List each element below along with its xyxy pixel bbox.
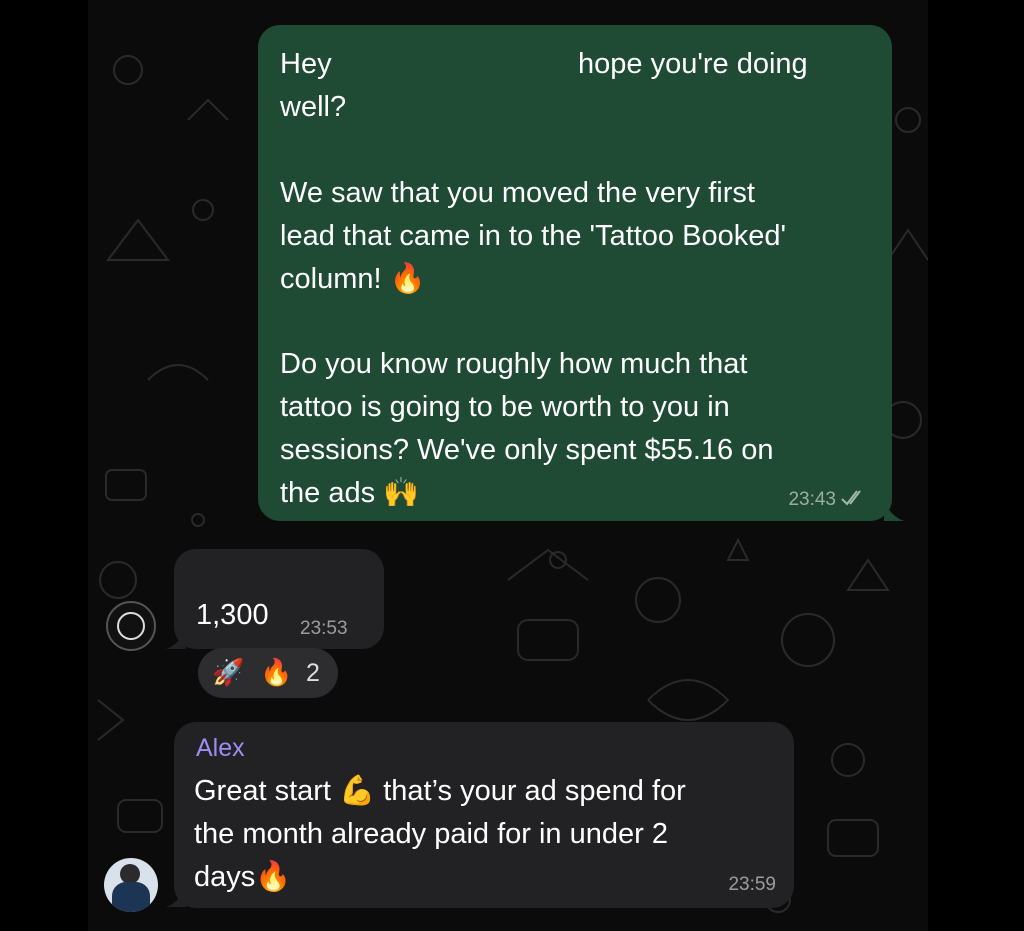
logo-icon bbox=[117, 612, 145, 640]
message-line: We saw that you moved the very first bbox=[280, 177, 755, 209]
message-line: Hey bbox=[280, 48, 332, 80]
message-line: the month already paid for in under 2 bbox=[194, 818, 668, 850]
message-line: Great start 💪 that’s your ad spend for bbox=[194, 770, 686, 813]
person-head-icon bbox=[120, 864, 140, 884]
bubble-tail bbox=[166, 628, 186, 649]
message-line: Do you know roughly how much that bbox=[280, 348, 748, 380]
person-body-icon bbox=[112, 882, 150, 912]
raised-hands-emoji: 🙌 bbox=[383, 477, 420, 509]
message-text: column! bbox=[280, 263, 382, 295]
rocket-reaction[interactable]: 🚀 bbox=[212, 657, 244, 688]
fire-emoji: 🔥 bbox=[255, 861, 292, 893]
message-text: the ads bbox=[280, 477, 376, 509]
incoming-message-bubble[interactable]: Alex Great start 💪 that’s your ad spend … bbox=[174, 722, 794, 908]
reactions-pill[interactable]: 🚀 🔥 2 bbox=[198, 648, 338, 698]
incoming-message-bubble[interactable]: 1,300 23:53 bbox=[174, 549, 384, 649]
bubble-tail bbox=[884, 500, 904, 521]
message-line: well? bbox=[280, 91, 347, 123]
double-check-icon bbox=[841, 490, 861, 506]
message-line: sessions? We've only spent $55.16 on bbox=[280, 434, 774, 466]
flexed-biceps-emoji: 💪 bbox=[339, 775, 376, 807]
bubble-tail bbox=[166, 886, 186, 907]
message-line: days🔥 bbox=[194, 856, 291, 899]
message-line: tattoo is going to be worth to you in bbox=[280, 391, 730, 423]
outgoing-message-bubble[interactable]: Hey hope you're doing well? We saw that … bbox=[258, 25, 892, 521]
message-time: 23:59 bbox=[728, 874, 776, 895]
message-line: lead that came in to the 'Tattoo Booked' bbox=[280, 220, 787, 252]
sender-name[interactable]: Alex bbox=[196, 734, 245, 763]
message-line: the ads 🙌 bbox=[280, 471, 419, 515]
avatar[interactable] bbox=[104, 858, 158, 912]
avatar[interactable] bbox=[106, 601, 156, 651]
message-text: 1,300 bbox=[196, 599, 269, 631]
message-text: days bbox=[194, 861, 256, 893]
message-text: Great start bbox=[194, 775, 331, 807]
fire-reaction[interactable]: 🔥 bbox=[260, 657, 292, 688]
message-text: that’s your ad spend for bbox=[383, 775, 686, 807]
message-time: 23:43 bbox=[788, 489, 836, 510]
message-line: column! 🔥 bbox=[280, 257, 426, 301]
message-line: hope you're doing bbox=[578, 48, 808, 80]
message-time: 23:53 bbox=[300, 618, 348, 639]
reaction-count: 2 bbox=[306, 659, 320, 687]
fire-emoji: 🔥 bbox=[389, 263, 426, 295]
